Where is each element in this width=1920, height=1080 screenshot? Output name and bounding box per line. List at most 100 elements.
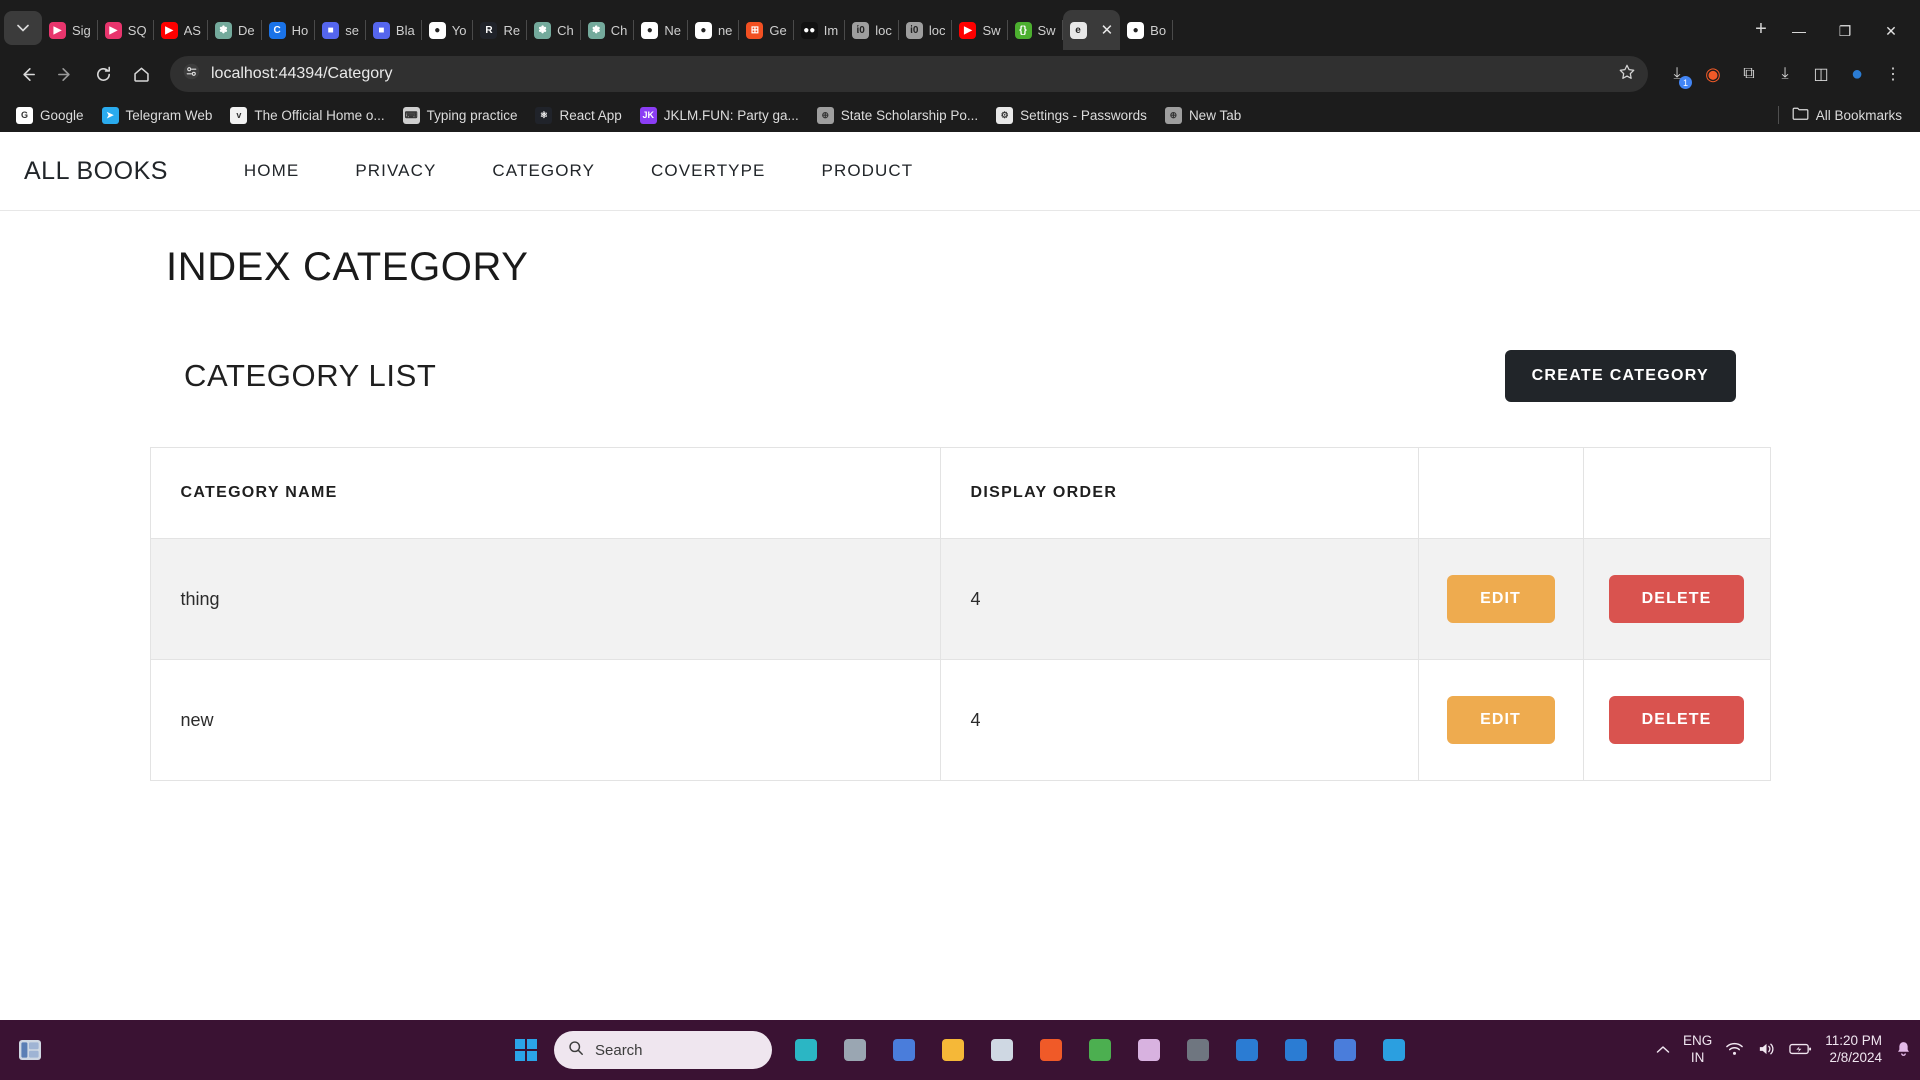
new-tab-button[interactable]: + <box>1746 14 1776 44</box>
maximize-button[interactable]: ❐ <box>1822 12 1868 50</box>
close-tab-icon[interactable]: ✕ <box>1101 23 1114 38</box>
url-text[interactable]: localhost:44394/Category <box>211 65 392 83</box>
taskbar-app-store[interactable] <box>980 1028 1024 1072</box>
tab[interactable]: C Ho <box>262 10 316 50</box>
tab[interactable]: ✽ Ch <box>581 10 635 50</box>
minimize-button[interactable]: — <box>1776 12 1822 50</box>
tab-title: loc <box>929 23 946 38</box>
tab[interactable]: ▶ AS <box>154 10 208 50</box>
taskbar-app-photos[interactable] <box>1372 1028 1416 1072</box>
tab[interactable]: ● Ne <box>634 10 688 50</box>
typing-icon: ⌨ <box>403 107 420 124</box>
column-header-display-order: DISPLAY ORDER <box>940 448 1418 539</box>
tab[interactable]: R Re <box>473 10 527 50</box>
tab[interactable]: ● Yo <box>422 10 474 50</box>
bookmark-label: React App <box>559 108 621 123</box>
edit-button[interactable]: EDIT <box>1447 575 1555 623</box>
bookmark-label: Typing practice <box>427 108 518 123</box>
tab[interactable]: ●● Im <box>794 10 845 50</box>
delete-button[interactable]: DELETE <box>1609 575 1744 623</box>
tab-title: Re <box>503 23 520 38</box>
taskbar-center: Search <box>504 1028 1416 1072</box>
chevron-up-icon[interactable] <box>1656 1043 1670 1058</box>
browser-menu-icon[interactable]: ⋮ <box>1876 57 1910 91</box>
battery-charging-icon[interactable] <box>1789 1042 1812 1059</box>
taskbar-app-media[interactable] <box>1323 1028 1367 1072</box>
close-window-button[interactable]: ✕ <box>1868 12 1914 50</box>
bookmark-item[interactable]: ⚛ React App <box>527 103 629 128</box>
back-icon[interactable] <box>10 57 44 91</box>
nav-link-privacy[interactable]: PRIVACY <box>327 153 464 189</box>
taskbar-app-settings[interactable] <box>1176 1028 1220 1072</box>
taskbar-app-vscode-insiders[interactable] <box>1274 1028 1318 1072</box>
table-body: thing 4 EDIT DELETE new 4 EDIT DELETE <box>150 539 1770 781</box>
language-indicator[interactable]: ENG IN <box>1683 1033 1712 1067</box>
tab[interactable]: ■ Bla <box>366 10 422 50</box>
side-panel-icon[interactable]: ◫ <box>1804 57 1838 91</box>
taskbar-app-brave[interactable] <box>1029 1028 1073 1072</box>
tab[interactable]: ● ne <box>688 10 739 50</box>
widgets-icon[interactable] <box>8 1028 52 1072</box>
nav-link-covertype[interactable]: COVERTYPE <box>623 153 793 189</box>
address-bar[interactable]: localhost:44394/Category <box>170 56 1648 92</box>
tab[interactable]: ✽ Ch <box>527 10 581 50</box>
tab[interactable]: ✽ De <box>208 10 262 50</box>
taskbar-app-teams[interactable] <box>882 1028 926 1072</box>
taskbar-app-fileexplorer[interactable] <box>931 1028 975 1072</box>
bookmark-item[interactable]: ⊕ State Scholarship Po... <box>809 103 986 128</box>
taskbar-app-paint3d[interactable] <box>784 1028 828 1072</box>
brand-link[interactable]: ALL BOOKS <box>16 157 176 186</box>
app-icon-glyph <box>1089 1039 1111 1061</box>
bookmark-item[interactable]: JK JKLM.FUN: Party ga... <box>632 103 807 128</box>
tab[interactable]: ▶ Sw <box>952 10 1007 50</box>
taskbar-app-vscode[interactable] <box>1225 1028 1269 1072</box>
home-icon[interactable] <box>124 57 158 91</box>
document-icon: ὜e <box>1070 22 1087 39</box>
tab-search-menu-button[interactable] <box>4 11 42 45</box>
wifi-icon[interactable] <box>1725 1041 1744 1060</box>
bookmark-item[interactable]: G Google <box>8 103 92 128</box>
extensions-icon[interactable]: ⧉ <box>1732 57 1766 91</box>
tab[interactable]: ▶ SQ <box>98 10 154 50</box>
taskbar-app-snipping[interactable] <box>1127 1028 1171 1072</box>
bookmark-star-icon[interactable] <box>1618 63 1636 86</box>
bookmark-item[interactable]: ⌨ Typing practice <box>395 103 526 128</box>
downloads-icon[interactable]: ⤓ <box>1768 57 1802 91</box>
bookmark-item[interactable]: ➤ Telegram Web <box>94 103 221 128</box>
bell-icon[interactable] <box>1895 1040 1912 1061</box>
tab[interactable]: ἱ0 loc <box>899 10 953 50</box>
taskbar-app-taskview[interactable] <box>833 1028 877 1072</box>
volume-icon[interactable] <box>1757 1041 1776 1060</box>
reload-icon[interactable] <box>86 57 120 91</box>
taskbar-search[interactable]: Search <box>554 1031 772 1069</box>
create-category-button[interactable]: CREATE CATEGORY <box>1505 350 1736 402</box>
nav-link-home[interactable]: HOME <box>216 153 327 189</box>
app-icon-glyph <box>1285 1039 1307 1061</box>
windows-start-icon[interactable] <box>504 1028 548 1072</box>
tab[interactable]: ⊞ Ge <box>739 10 793 50</box>
tab[interactable]: ἱ0 loc <box>845 10 899 50</box>
all-bookmarks-button[interactable]: All Bookmarks <box>1762 102 1912 128</box>
nav-link-product[interactable]: PRODUCT <box>794 153 942 189</box>
profile-avatar-icon[interactable]: ● <box>1840 57 1874 91</box>
taskbar-clock[interactable]: 11:20 PM 2/8/2024 <box>1825 1033 1882 1067</box>
tab[interactable]: ■ se <box>315 10 366 50</box>
tab-title: Ge <box>769 23 786 38</box>
page-viewport: ALL BOOKS HOME PRIVACY CATEGORY COVERTYPE PR… <box>0 132 1920 1020</box>
edit-button[interactable]: EDIT <box>1447 696 1555 744</box>
bookmark-item[interactable]: ⚙ Settings - Passwords <box>988 103 1155 128</box>
bookmark-item[interactable]: ⊕ New Tab <box>1157 103 1249 128</box>
extensions-update-icon[interactable]: ⤓ 1 <box>1660 57 1694 91</box>
delete-button[interactable]: DELETE <box>1609 696 1744 744</box>
tab[interactable]: ▶ Sig <box>42 10 98 50</box>
taskbar-app-chrome[interactable] <box>1078 1028 1122 1072</box>
brave-rewards-icon[interactable]: ◉ <box>1696 57 1730 91</box>
tab[interactable]: ● Bo <box>1120 10 1173 50</box>
tab[interactable]: {} Sw <box>1008 10 1063 50</box>
github-icon: ● <box>429 22 446 39</box>
tab-active[interactable]: ὜e ✕ <box>1063 10 1121 50</box>
site-settings-icon[interactable] <box>182 62 201 86</box>
forward-icon[interactable] <box>48 57 82 91</box>
bookmark-item[interactable]: v The Official Home o... <box>222 103 392 128</box>
nav-link-category[interactable]: CATEGORY <box>464 153 623 189</box>
